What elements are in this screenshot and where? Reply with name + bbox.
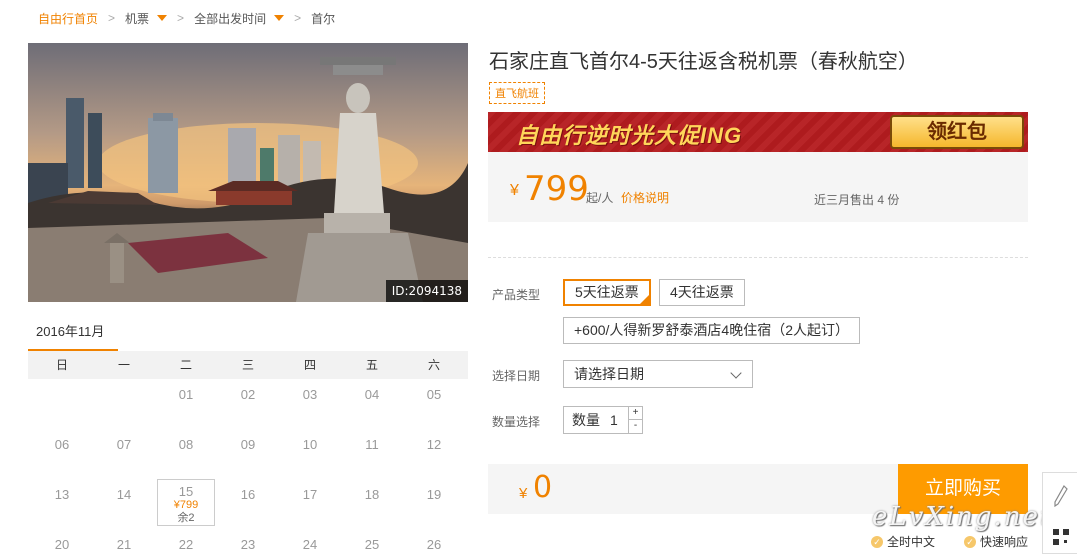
seoul-temple-illustration (28, 57, 468, 302)
calendar-day: 18 (364, 487, 380, 502)
breadcrumb-separator: > (108, 11, 116, 25)
product-type-option-5day[interactable]: 5天往返票 (563, 279, 651, 306)
calendar-day-available[interactable]: 15 ¥799 余2 (157, 479, 215, 526)
promo-banner-text: 自由行逆时光大促ING (516, 123, 743, 148)
calendar-day: 04 (364, 387, 380, 402)
promo-banner[interactable]: 自由行逆时光大促ING 领红包 (488, 112, 1028, 152)
weekday-label: 日 (55, 358, 68, 372)
calendar-day: 03 (302, 387, 318, 402)
destination-photo: ID:2094138 (28, 43, 468, 302)
calendar-days-grid: 01 02 03 04 05 06 07 08 09 10 11 12 13 1… (28, 379, 468, 554)
calendar-day: 14 (116, 487, 132, 502)
calendar-day: 06 (54, 437, 70, 452)
calendar-day: 01 (178, 387, 194, 402)
calendar-day: 11 (365, 437, 379, 452)
calendar-day: 22 (178, 537, 194, 552)
date-select[interactable]: 请选择日期 (563, 360, 753, 388)
breadcrumb-destination: 首尔 (311, 11, 336, 26)
check-icon: ✓ (871, 535, 883, 548)
quantity-stepper: 数量 1 + - (563, 406, 643, 434)
calendar-day-empty (93, 379, 155, 429)
calendar-day: 23 (240, 537, 256, 552)
calendar-month-tab[interactable]: 2016年11月 (28, 318, 468, 351)
calendar-day: 21 (116, 537, 132, 552)
calendar-day: 24 (302, 537, 318, 552)
calendar-day: 12 (426, 437, 442, 452)
breadcrumb-category-dropdown[interactable]: 机票 (125, 10, 168, 27)
quantity-decrease-button[interactable]: - (628, 420, 642, 433)
quantity-input[interactable]: 1 (610, 407, 618, 433)
quantity-prefix: 数量 (572, 412, 600, 428)
triangle-down-icon (274, 15, 285, 21)
photo-id-label: ID:2094138 (385, 280, 468, 302)
breadcrumb-departure-label: 全部出发时间 (194, 11, 267, 26)
calendar-day: 20 (54, 537, 70, 552)
service-badge-label: 全时中文 (887, 535, 936, 549)
calendar-day-number: 15 (178, 484, 194, 499)
service-badge-label: 快速响应 (980, 535, 1029, 549)
calendar-day: 25 (364, 537, 380, 552)
feedback-pen-icon[interactable] (1054, 485, 1068, 507)
total-price-box: ¥ 0 (488, 464, 898, 514)
breadcrumb-home-link[interactable]: 自由行首页 (38, 10, 98, 27)
price-currency: ¥ (510, 182, 519, 199)
breadcrumb-departure-dropdown[interactable]: 全部出发时间 (194, 10, 285, 27)
product-title: 石家庄直飞首尔4-5天往返含税机票（春秋航空） (489, 51, 918, 73)
calendar-day: 26 (426, 537, 442, 552)
calendar-day: 08 (178, 437, 194, 452)
date-select-value: 请选择日期 (574, 366, 644, 382)
weekday-label: 四 (303, 358, 316, 372)
divider (488, 257, 1028, 258)
date-select-label: 选择日期 (492, 369, 541, 383)
breadcrumb-separator: > (177, 11, 185, 25)
weekday-label: 二 (179, 358, 192, 372)
service-badge-response: ✓ 快速响应 (964, 533, 1028, 550)
date-calendar: 2016年11月 日 一 二 三 四 五 六 01 02 03 04 05 06… (28, 318, 468, 554)
product-type-label: 产品类型 (492, 288, 541, 302)
price-explain-link[interactable]: 价格说明 (621, 189, 669, 206)
weekday-label: 三 (241, 358, 254, 372)
calendar-day: 05 (426, 387, 442, 402)
price-box: ¥ 799 起/人 价格说明 近三月售出 4 份 (488, 152, 1028, 222)
calendar-day: 07 (116, 437, 132, 452)
breadcrumb: 自由行首页 > 机票 > 全部出发时间 > 首尔 (38, 9, 335, 27)
calendar-day: 16 (240, 487, 256, 502)
red-packet-button[interactable]: 领红包 (890, 115, 1024, 149)
weekday-label: 一 (117, 358, 130, 372)
calendar-day: 19 (426, 487, 442, 502)
total-currency: ¥ (519, 485, 528, 502)
side-toolbar (1042, 472, 1077, 554)
breadcrumb-category-label: 机票 (125, 11, 150, 26)
chevron-down-icon (730, 367, 742, 379)
hotel-addon-option[interactable]: +600/人得新罗舒泰酒店4晚住宿（2人起订） (563, 317, 860, 344)
calendar-day: 17 (302, 487, 318, 502)
quantity-increase-button[interactable]: + (628, 407, 642, 420)
calendar-day-empty (31, 379, 93, 429)
calendar-day-price: ¥799 (173, 499, 199, 511)
total-amount: 0 (533, 470, 553, 505)
triangle-down-icon (157, 15, 168, 21)
calendar-day: 02 (240, 387, 256, 402)
check-icon: ✓ (964, 535, 976, 548)
weekday-label: 六 (427, 358, 440, 372)
price-unit: 起/人 (586, 191, 614, 205)
price-amount: 799 (524, 169, 589, 209)
service-badge-chinese: ✓ 全时中文 (871, 533, 935, 550)
weekday-label: 五 (365, 358, 378, 372)
sold-count: 近三月售出 4 份 (814, 193, 900, 207)
product-type-option-4day[interactable]: 4天往返票 (659, 279, 745, 306)
calendar-day-remaining: 余2 (177, 512, 195, 524)
calendar-day: 13 (54, 487, 70, 502)
calendar-day: 10 (302, 437, 318, 452)
quantity-label: 数量选择 (492, 415, 541, 429)
calendar-day: 09 (240, 437, 256, 452)
breadcrumb-separator: > (294, 11, 302, 25)
qr-code-icon[interactable] (1053, 529, 1069, 545)
calendar-weekday-row: 日 一 二 三 四 五 六 (28, 351, 468, 379)
site-watermark: eLvXing.net (872, 502, 1053, 532)
direct-flight-tag: 直飞航班 (489, 82, 545, 104)
